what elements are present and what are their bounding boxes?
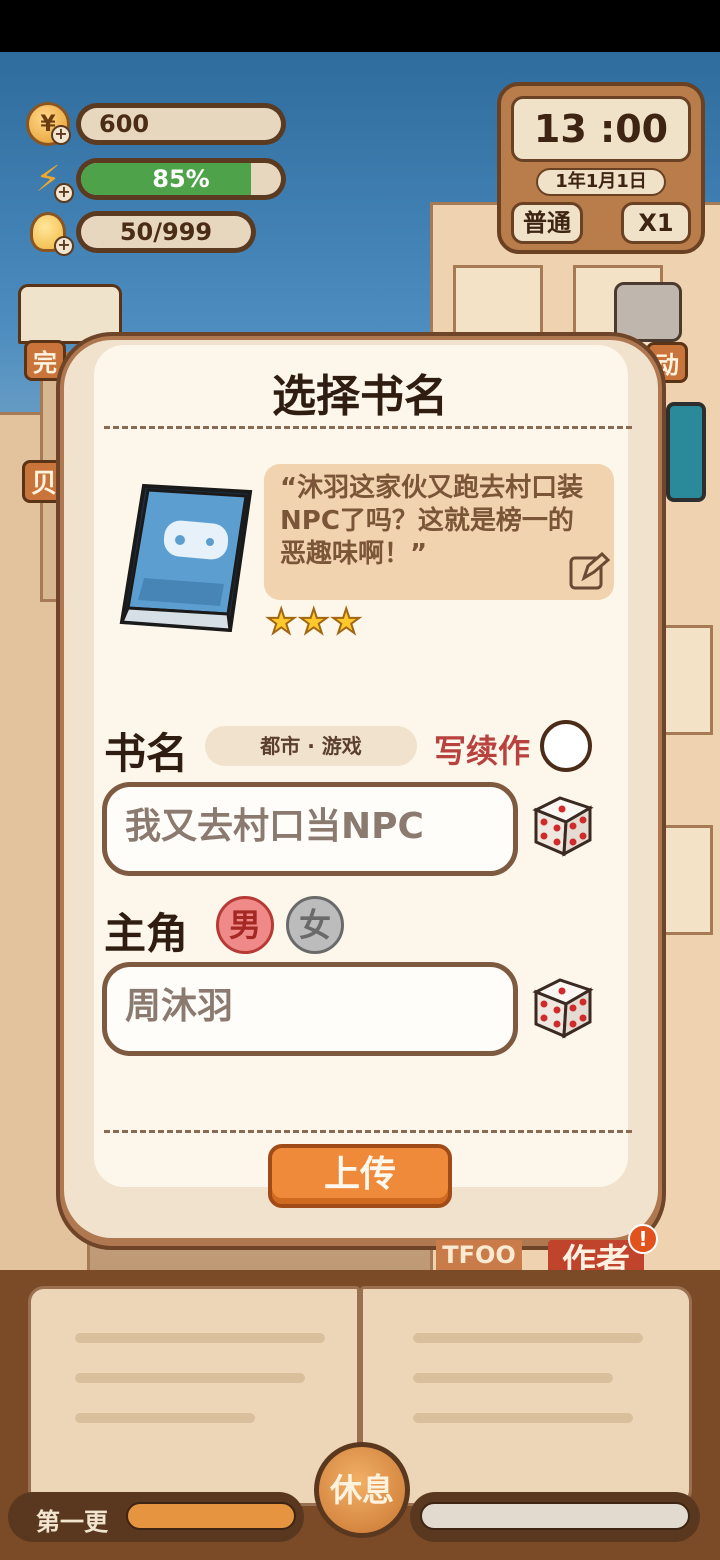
- dialog-title: 选择书名: [272, 371, 448, 422]
- sequel-checkbox[interactable]: [540, 720, 592, 772]
- upload-button[interactable]: 上传: [268, 1144, 452, 1208]
- energy-row[interactable]: ⚡ + 85%: [26, 157, 286, 203]
- edit-icon[interactable]: [568, 552, 610, 592]
- right-progress: [410, 1492, 700, 1542]
- protagonist-name-input[interactable]: 周沐羽: [102, 962, 518, 1056]
- gender-male-button[interactable]: 男: [216, 896, 274, 954]
- clock-date: 1年1月1日: [536, 168, 666, 196]
- page-line: [75, 1373, 305, 1383]
- dice-icon[interactable]: [530, 974, 596, 1040]
- page-line: [75, 1333, 325, 1343]
- book-name-input[interactable]: 我又去村口当NPC: [102, 782, 518, 876]
- energy-value: 85%: [152, 165, 210, 193]
- chapter-label: 第一更: [36, 1508, 108, 1536]
- alert-badge: !: [628, 1224, 658, 1254]
- speed-button[interactable]: X1: [621, 202, 691, 244]
- divider: [104, 426, 632, 429]
- rating-stars: ★ ★ ★: [265, 602, 363, 642]
- book-name-label: 书名: [104, 729, 189, 778]
- star-icon: ★: [297, 602, 330, 642]
- shop-sign: TFOO: [436, 1240, 522, 1270]
- book-page-right: [360, 1286, 692, 1506]
- coins-value: 600: [99, 110, 150, 138]
- chapter-progress-track: [126, 1502, 296, 1530]
- clock-time: 13 :00: [511, 96, 691, 162]
- dice-icon[interactable]: [530, 792, 596, 858]
- coin-icon: ¥ +: [26, 102, 71, 146]
- ideas-row[interactable]: + 50/999: [26, 210, 256, 256]
- star-icon: ★: [330, 602, 363, 642]
- ideas-bar: 50/999: [76, 211, 256, 253]
- protagonist-label: 主角: [104, 909, 189, 958]
- mode-button[interactable]: 普通: [511, 202, 583, 244]
- add-icon[interactable]: +: [54, 236, 74, 256]
- book-page-left: [28, 1286, 360, 1506]
- clock-panel: 13 :00 1年1月1日 普通 X1: [497, 82, 705, 254]
- chapter-progress: 第一更: [8, 1492, 304, 1542]
- energy-bar: 85%: [76, 158, 286, 200]
- page-line: [413, 1333, 643, 1343]
- right-progress-track: [420, 1502, 690, 1530]
- gender-female-button[interactable]: 女: [286, 896, 344, 954]
- book-icon: [119, 483, 253, 632]
- ideas-value: 50/999: [119, 218, 213, 246]
- page-line: [75, 1413, 255, 1423]
- page-line: [413, 1373, 613, 1383]
- coins-bar: 600: [76, 103, 286, 145]
- lightbulb-icon: +: [26, 210, 74, 256]
- lightning-icon: ⚡ +: [26, 157, 74, 203]
- star-icon: ★: [265, 602, 298, 642]
- add-icon[interactable]: +: [54, 183, 74, 203]
- page-line: [413, 1413, 633, 1423]
- genre-tag: 都市 · 游戏: [205, 726, 417, 766]
- book-quote: “沐羽这家伙又跑去村口装NPC了吗？这就是榜一的恶趣味啊！”: [264, 464, 614, 600]
- rest-button[interactable]: 休息: [314, 1442, 410, 1538]
- coins-row[interactable]: ¥ + 600: [26, 102, 286, 146]
- divider: [104, 1130, 632, 1133]
- add-icon[interactable]: +: [51, 125, 71, 145]
- sequel-label: 写续作: [434, 732, 531, 770]
